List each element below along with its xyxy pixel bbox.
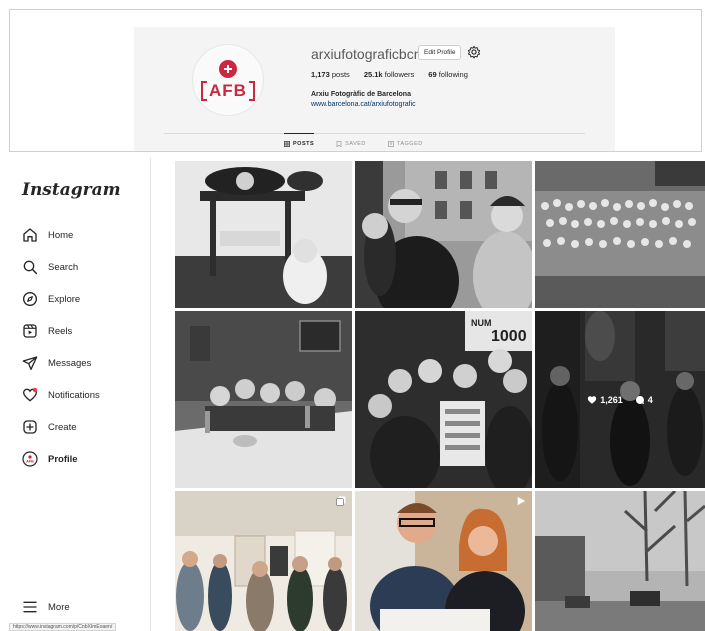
svg-text:1000: 1000 xyxy=(491,328,527,345)
sidebar: Instagram Home Search Explore Reels Mess… xyxy=(0,158,151,631)
sidebar-item-label: Reels xyxy=(48,325,73,337)
settings-gear-icon[interactable] xyxy=(467,45,481,59)
post-thumbnail[interactable] xyxy=(535,491,705,631)
svg-text:NUM: NUM xyxy=(471,318,492,328)
tab-saved[interactable]: SAVED xyxy=(336,141,366,147)
sidebar-item-more[interactable]: More xyxy=(22,596,70,618)
sidebar-item-label: Explore xyxy=(48,293,81,305)
profile-username: arxiufotograficbcn xyxy=(311,46,422,62)
tabs-divider xyxy=(164,133,585,134)
bookmark-icon xyxy=(336,141,342,147)
following-stat[interactable]: 69 following xyxy=(428,70,468,79)
sidebar-item-label: Create xyxy=(48,421,77,433)
comments-stat: 4 xyxy=(635,395,653,405)
post-photo xyxy=(535,491,705,631)
sidebar-item-label: More xyxy=(48,601,70,613)
posts-grid: NUM 1000 1,261 4 xyxy=(175,161,705,631)
comment-filled-icon xyxy=(635,395,644,404)
profile-website-link[interactable]: www.barcelona.cat/arxiufotografic xyxy=(311,101,416,108)
reel-play-icon xyxy=(517,496,526,506)
profile-tabs: POSTS SAVED TAGGED xyxy=(284,133,423,147)
sidebar-item-label: Home xyxy=(48,229,74,241)
post-photo xyxy=(175,491,352,631)
post-hover-overlay: 1,261 4 xyxy=(535,311,705,488)
sidebar-item-home[interactable]: Home xyxy=(22,224,73,246)
profile-full-name: Arxiu Fotogràfic de Barcelona xyxy=(311,91,411,98)
sidebar-item-label: Messages xyxy=(48,357,92,369)
svg-text:AFB: AFB xyxy=(26,460,34,464)
post-thumbnail[interactable] xyxy=(175,311,352,488)
sidebar-item-create[interactable]: Create xyxy=(22,416,77,438)
sidebar-item-label: Search xyxy=(48,261,79,273)
profile-stats: 1,173 posts 25.1k followers 69 following xyxy=(311,70,468,79)
browser-status-url: https://www.instagram.com/p/CnbXImEoaen/ xyxy=(9,623,117,631)
post-thumbnail[interactable] xyxy=(175,161,352,308)
post-photo xyxy=(355,161,532,308)
post-photo xyxy=(175,161,352,308)
profile-header-panel: AFB arxiufotograficbcn Edit Profile 1,17… xyxy=(9,9,702,152)
profile-avatar[interactable]: AFB xyxy=(192,44,264,116)
plus-square-icon xyxy=(23,420,37,434)
sidebar-item-label: Notifications xyxy=(48,389,100,401)
tag-icon xyxy=(388,141,394,147)
edit-profile-button[interactable]: Edit Profile xyxy=(418,45,462,60)
post-thumbnail-hovered[interactable]: 1,261 4 xyxy=(535,311,705,488)
send-icon xyxy=(22,356,38,370)
afb-logo-mark-icon xyxy=(219,59,237,78)
reels-icon xyxy=(23,324,37,338)
heart-icon xyxy=(22,387,38,402)
heart-filled-icon xyxy=(588,395,597,404)
post-photo xyxy=(175,311,352,488)
sidebar-item-notifications[interactable]: Notifications xyxy=(22,384,100,406)
post-thumbnail[interactable] xyxy=(355,161,532,308)
search-icon xyxy=(23,260,38,275)
sidebar-item-reels[interactable]: Reels xyxy=(22,320,72,342)
post-photo xyxy=(355,491,532,631)
tab-tagged[interactable]: TAGGED xyxy=(388,141,423,147)
compass-icon xyxy=(23,292,37,306)
followers-stat[interactable]: 25.1k followers xyxy=(364,70,414,79)
sidebar-item-search[interactable]: Search xyxy=(22,256,78,278)
post-photo: NUM 1000 xyxy=(355,311,532,488)
post-thumbnail[interactable] xyxy=(535,161,705,308)
carousel-icon xyxy=(336,496,346,506)
instagram-logo[interactable]: Instagram xyxy=(22,180,121,200)
sidebar-item-messages[interactable]: Messages xyxy=(22,352,91,374)
likes-stat: 1,261 xyxy=(587,395,623,405)
post-thumbnail[interactable]: NUM 1000 xyxy=(355,311,532,488)
avatar-logo-text: AFB xyxy=(201,80,255,101)
grid-icon xyxy=(284,141,290,147)
avatar-icon: AFB xyxy=(22,451,38,467)
sidebar-item-profile[interactable]: AFB Profile xyxy=(22,448,78,470)
sidebar-item-label: Profile xyxy=(48,453,78,465)
post-thumbnail[interactable] xyxy=(355,491,532,631)
post-thumbnail[interactable] xyxy=(175,491,352,631)
profile-card: AFB arxiufotograficbcn Edit Profile 1,17… xyxy=(134,27,615,151)
posts-stat: 1,173 posts xyxy=(311,70,350,79)
menu-icon xyxy=(23,601,37,613)
sidebar-item-explore[interactable]: Explore xyxy=(22,288,80,310)
post-photo xyxy=(535,161,705,308)
tab-posts[interactable]: POSTS xyxy=(284,133,315,147)
home-icon xyxy=(23,228,37,242)
